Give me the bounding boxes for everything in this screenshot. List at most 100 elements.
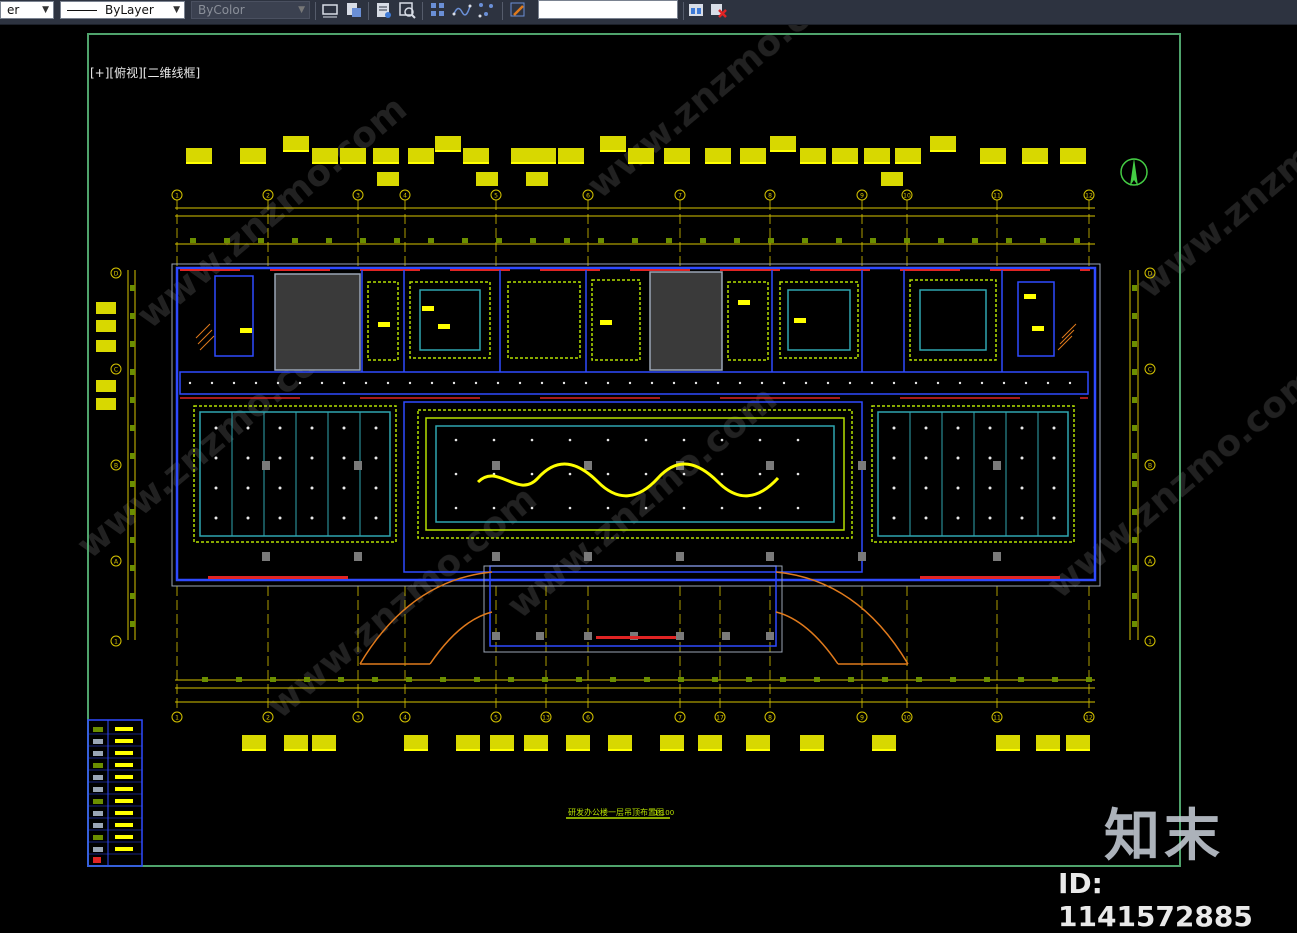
grid-bubble-label: D — [114, 271, 119, 278]
window-button[interactable] — [686, 0, 706, 20]
quick-select-button[interactable] — [397, 0, 417, 20]
grid-bubble-label: 1 — [1148, 639, 1152, 646]
ceiling-tag — [566, 735, 590, 749]
watermark-text: www.znzmo.com — [499, 378, 784, 627]
ceiling-tag — [283, 136, 309, 150]
watermark-text: www.znzmo.com — [579, 25, 864, 207]
brand-logo-watermark: 知末 — [1104, 804, 1224, 869]
ceiling-tag — [526, 172, 548, 186]
grid-bubble-label: 5 — [494, 193, 498, 200]
ceiling-tag — [404, 735, 428, 749]
grid-bubble-label: 11 — [993, 193, 1001, 200]
ceiling-tag — [1022, 148, 1048, 162]
north-arrow-icon — [1120, 158, 1148, 186]
floor-plan-drawing[interactable]: www.znzmo.comwww.znzmo.com www.znzmo.comw… — [0, 0, 1297, 898]
ceiling-tag — [800, 148, 826, 162]
grid-bubble-label: 2 — [266, 715, 270, 722]
command-input[interactable] — [538, 0, 678, 19]
grid-bubble-label: 10 — [903, 715, 911, 722]
ceiling-tag — [463, 148, 489, 162]
drawing-canvas[interactable]: www.znzmo.com www.znzmo.com www.znzmo.com w… — [0, 0, 1297, 933]
linetype-combo[interactable]: ByLayer ▼ — [60, 1, 185, 19]
linetype-combo-value: ByLayer — [105, 3, 154, 17]
ceiling-tag — [930, 136, 956, 150]
asset-id-label: ID: 1141572885 — [1058, 867, 1253, 933]
ceiling-tag — [96, 302, 116, 314]
grid-bubble-label: 9 — [860, 715, 864, 722]
chevron-down-icon: ▼ — [42, 5, 49, 15]
legend-table — [87, 719, 143, 867]
grid-bubble-label: A — [114, 559, 119, 566]
grid-bubble-label: 8 — [768, 715, 772, 722]
window-icon — [689, 4, 703, 16]
ceiling-tag — [770, 136, 796, 150]
layer-state-button[interactable] — [344, 0, 364, 20]
grid-bubble-label: A — [1148, 559, 1153, 566]
ceiling-tag — [340, 148, 366, 162]
color-combo[interactable]: ByColor ▼ — [191, 1, 310, 19]
ceiling-tag — [435, 136, 461, 150]
ceiling-tag — [240, 148, 266, 162]
ceiling-tag — [872, 735, 896, 749]
grid-bubble-label: 4 — [403, 193, 407, 200]
ceiling-tag — [895, 148, 921, 162]
ceiling-tag — [377, 172, 399, 186]
grid-bubble-label: 6 — [586, 715, 590, 722]
grid-bubble-label: D — [1148, 271, 1153, 278]
match-properties-button[interactable] — [320, 0, 340, 20]
grid-points-icon — [431, 3, 444, 16]
chevron-down-icon: ▼ — [173, 5, 180, 15]
ceiling-tag — [96, 320, 116, 332]
grid-bubble-label: 17 — [716, 715, 724, 722]
viewport-controls-label[interactable]: [+][俯视][二维线框] — [90, 64, 200, 81]
point-cloud-button[interactable] — [476, 0, 496, 20]
color-combo-value: ByColor — [198, 3, 245, 17]
ceiling-tag — [660, 735, 684, 749]
grid-bubble-label: 9 — [860, 193, 864, 200]
properties-button[interactable] — [373, 0, 393, 20]
ceiling-tag — [832, 148, 858, 162]
zoom-icon — [399, 2, 416, 19]
layer-combo[interactable]: er ▼ — [0, 1, 54, 19]
close-drawing-button[interactable] — [708, 0, 728, 20]
ceiling-tag — [456, 735, 480, 749]
grid-bubble-label: 12 — [1085, 715, 1093, 722]
ceiling-tag — [186, 148, 212, 162]
group-button[interactable] — [428, 0, 448, 20]
chevron-down-icon: ▼ — [298, 5, 305, 15]
toolbar: er ▼ ByLayer ▼ ByColor ▼ — [0, 0, 1297, 25]
ceiling-tag — [242, 735, 266, 749]
drawing-scale: 1:100 — [654, 809, 674, 817]
ceiling-tag — [740, 148, 766, 162]
ceiling-tag — [746, 735, 770, 749]
edit-button[interactable] — [508, 0, 528, 20]
grid-bubble-label: 12 — [1085, 193, 1093, 200]
ceiling-tag — [373, 148, 399, 162]
ceiling-tag — [881, 172, 903, 186]
grid-bubble-label: 13 — [542, 715, 550, 722]
ceiling-tag — [800, 735, 824, 749]
grid-bubble-label: 5 — [494, 715, 498, 722]
ceiling-tag — [1066, 735, 1090, 749]
nodes-icon — [478, 3, 493, 18]
watermark-text: www.znzmo.com — [1129, 58, 1297, 307]
ceiling-tag — [312, 148, 338, 162]
grid-bubble-label: 4 — [403, 715, 407, 722]
grid-bubble-label: C — [1148, 367, 1152, 374]
drawing-title: 研发办公楼一层吊顶布置图 — [568, 807, 664, 817]
grid-bubble-label: 8 — [768, 193, 772, 200]
polyline-button[interactable] — [452, 0, 472, 20]
grid-bubble-label: 11 — [993, 715, 1001, 722]
pencil-icon — [510, 2, 525, 17]
grid-bubble-label: 2 — [266, 193, 270, 200]
ceiling-tag — [980, 148, 1006, 162]
curve-icon — [452, 4, 472, 16]
ceiling-tag — [628, 148, 654, 162]
ceiling-tag — [524, 735, 548, 749]
ceiling-tag — [96, 340, 116, 352]
ceiling-tag — [1060, 148, 1086, 162]
ceiling-tag — [608, 735, 632, 749]
watermark-text: www.znzmo.com — [259, 478, 544, 727]
ceiling-tag — [96, 398, 116, 410]
grid-bubble-label: 3 — [356, 715, 360, 722]
